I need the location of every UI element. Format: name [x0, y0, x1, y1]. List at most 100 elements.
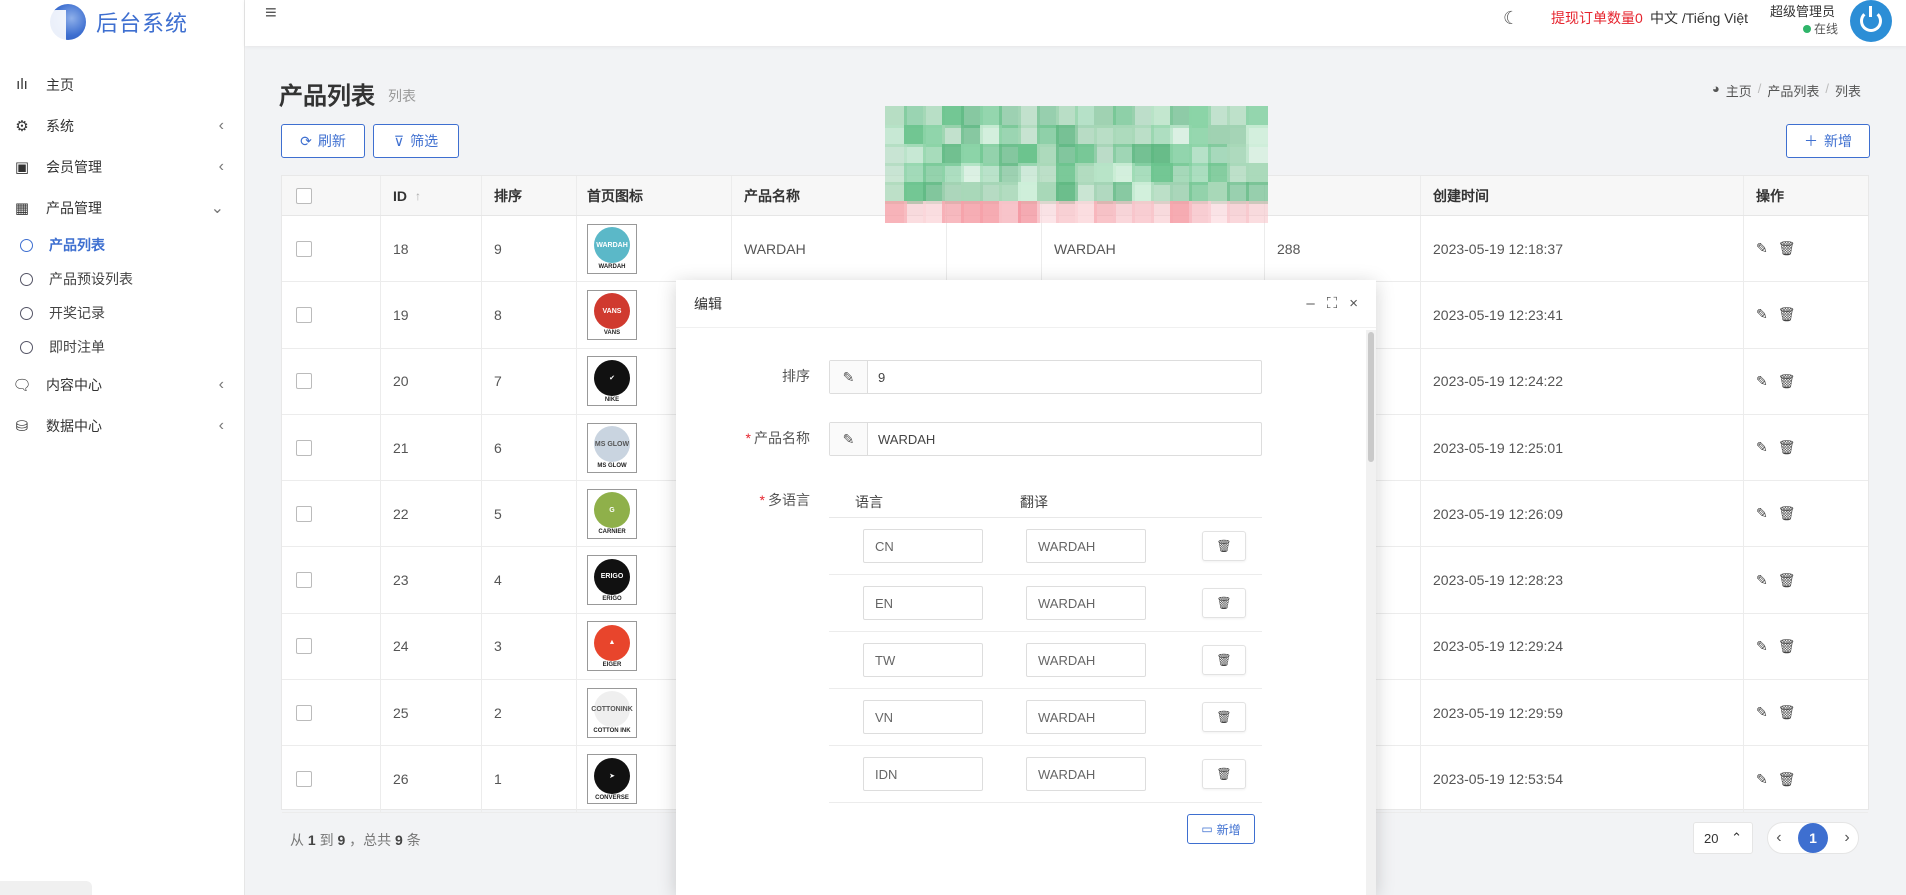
lang-code-input[interactable]: CN: [863, 529, 983, 563]
brand-logo-image[interactable]: WARDAH WARDAH: [587, 223, 637, 274]
brand-logo-image[interactable]: COTTONINK COTTON INK: [587, 687, 637, 738]
trash-icon[interactable]: 🗑: [1778, 240, 1796, 257]
edit-icon[interactable]: ✎: [1756, 638, 1768, 655]
row-checkbox[interactable]: [296, 306, 312, 323]
lang-code-input[interactable]: IDN: [863, 757, 983, 791]
column-id[interactable]: ID ↑: [381, 176, 482, 215]
sidebar-subitem-live-orders[interactable]: 即时注单: [0, 330, 244, 364]
translation-input[interactable]: WARDAH: [1026, 700, 1146, 734]
trash-icon[interactable]: 🗑: [1778, 373, 1796, 390]
sidebar-subitem-lottery-records[interactable]: 开奖记录: [0, 296, 244, 330]
row-checkbox[interactable]: [296, 505, 312, 522]
language-switch[interactable]: 中文 /Tiếng Việt: [1650, 8, 1748, 28]
sort-field[interactable]: ✎ 9: [829, 360, 1262, 394]
edit-icon[interactable]: ✎: [1756, 240, 1768, 257]
delete-language-button[interactable]: 🗑: [1202, 759, 1246, 789]
row-checkbox[interactable]: [296, 439, 312, 456]
brand-logo-image[interactable]: VANS VANS: [587, 289, 637, 340]
trash-icon[interactable]: 🗑: [1778, 439, 1796, 456]
cell-sort: 1: [482, 746, 577, 812]
select-all-checkbox[interactable]: [296, 187, 312, 204]
translation-column-header: 翻译: [1020, 494, 1048, 510]
sidebar-item-system[interactable]: ⚙ 系统 ‹: [0, 105, 244, 146]
translation-input[interactable]: WARDAH: [1026, 757, 1146, 791]
scrollbar-thumb[interactable]: [1368, 332, 1374, 462]
row-checkbox[interactable]: [296, 240, 312, 257]
trash-icon[interactable]: 🗑: [1778, 306, 1796, 323]
cell-created: 2023-05-19 12:23:41: [1421, 282, 1744, 348]
page-size-select[interactable]: 20 ⌃: [1693, 822, 1753, 854]
edit-icon[interactable]: ✎: [1756, 704, 1768, 721]
trash-icon[interactable]: 🗑: [1778, 771, 1796, 788]
edit-icon[interactable]: ✎: [1756, 771, 1768, 788]
edit-icon[interactable]: ✎: [1756, 439, 1768, 456]
row-checkbox[interactable]: [296, 572, 312, 589]
sidebar-item-content[interactable]: 🗨 内容中心 ‹: [0, 364, 244, 405]
next-page-icon[interactable]: ›: [1844, 829, 1849, 847]
brand-logo-mark: MS GLOW: [594, 426, 630, 463]
brand-logo-image[interactable]: ▲ EIGER: [587, 621, 637, 672]
filter-button[interactable]: ⊽ 筛选: [373, 124, 459, 158]
sidebar-subitem-product-list[interactable]: 产品列表: [0, 228, 244, 262]
row-select-cell: [282, 613, 381, 680]
menu-toggle-icon[interactable]: ≡: [265, 2, 277, 25]
trash-icon[interactable]: 🗑: [1778, 704, 1796, 721]
close-icon[interactable]: ×: [1349, 295, 1358, 312]
name-field-value[interactable]: WARDAH: [868, 423, 935, 455]
refresh-button[interactable]: ⟳ 刷新: [281, 124, 365, 158]
add-button[interactable]: ＋ 新增: [1786, 124, 1870, 158]
edit-icon[interactable]: ✎: [1756, 572, 1768, 589]
row-checkbox[interactable]: [296, 373, 312, 390]
sort-arrow-icon[interactable]: ↑: [415, 189, 421, 203]
edit-icon[interactable]: ✎: [1756, 306, 1768, 323]
plus-icon: ＋: [1804, 133, 1818, 149]
row-checkbox[interactable]: [296, 704, 312, 721]
breadcrumb-product-list[interactable]: 产品列表: [1767, 81, 1819, 100]
sort-field-value[interactable]: 9: [868, 361, 885, 393]
dialog-scrollbar[interactable]: [1366, 330, 1376, 895]
delete-language-button[interactable]: 🗑: [1202, 645, 1246, 675]
lang-code-input[interactable]: VN: [863, 700, 983, 734]
translation-input[interactable]: WARDAH: [1026, 529, 1146, 563]
brand-logo-image[interactable]: ERIGO ERIGO: [587, 555, 637, 606]
row-checkbox[interactable]: [296, 638, 312, 655]
page-subtitle: 列表: [388, 88, 416, 104]
sidebar-item-home[interactable]: ılı 主页: [0, 64, 244, 105]
brand-logo-image[interactable]: ✔ NIKE: [587, 356, 637, 407]
multilang-label: * 多语言: [676, 490, 810, 510]
admin-name[interactable]: 超级管理员: [1770, 1, 1835, 20]
delete-language-button[interactable]: 🗑: [1202, 588, 1246, 618]
current-page[interactable]: 1: [1797, 823, 1828, 853]
trash-icon[interactable]: 🗑: [1778, 572, 1796, 589]
lang-code-input[interactable]: EN: [863, 586, 983, 620]
trash-icon[interactable]: 🗑: [1778, 505, 1796, 522]
app-logo[interactable]: 后台系统: [0, 0, 244, 44]
chevron-left-icon: ‹: [218, 375, 224, 393]
row-select-cell: [282, 680, 381, 746]
minimize-icon[interactable]: –: [1306, 295, 1314, 312]
maximize-icon[interactable]: ⛶: [1327, 295, 1338, 312]
edit-icon[interactable]: ✎: [1756, 373, 1768, 390]
delete-language-button[interactable]: 🗑: [1202, 531, 1246, 561]
sidebar-item-members[interactable]: ▣ 会员管理 ‹: [0, 146, 244, 187]
translation-input[interactable]: WARDAH: [1026, 586, 1146, 620]
brand-logo-image[interactable]: G CARNIER: [587, 488, 637, 539]
avatar[interactable]: [1850, 0, 1892, 42]
add-language-button[interactable]: ▭ 新增: [1187, 814, 1255, 844]
theme-toggle-icon[interactable]: ☾: [1503, 8, 1519, 29]
translation-input[interactable]: WARDAH: [1026, 643, 1146, 677]
breadcrumb-home[interactable]: 主页: [1726, 81, 1752, 100]
brand-logo-image[interactable]: MS GLOW MS GLOW: [587, 422, 637, 473]
sidebar-item-products[interactable]: ▦ 产品管理 ⌄: [0, 187, 244, 228]
sidebar-subitem-product-preset[interactable]: 产品预设列表: [0, 262, 244, 296]
row-checkbox[interactable]: [296, 771, 312, 788]
delete-language-button[interactable]: 🗑: [1202, 702, 1246, 732]
pending-withdrawals[interactable]: 提现订单数量0: [1551, 8, 1643, 28]
name-field[interactable]: ✎ WARDAH: [829, 422, 1262, 456]
edit-icon[interactable]: ✎: [1756, 505, 1768, 522]
trash-icon[interactable]: 🗑: [1778, 638, 1796, 655]
sidebar-item-data[interactable]: ⛁ 数据中心 ‹: [0, 405, 244, 446]
brand-logo-image[interactable]: ➤ CONVERSE: [587, 754, 637, 805]
lang-code-input[interactable]: TW: [863, 643, 983, 677]
prev-page-icon[interactable]: ‹: [1776, 829, 1781, 847]
